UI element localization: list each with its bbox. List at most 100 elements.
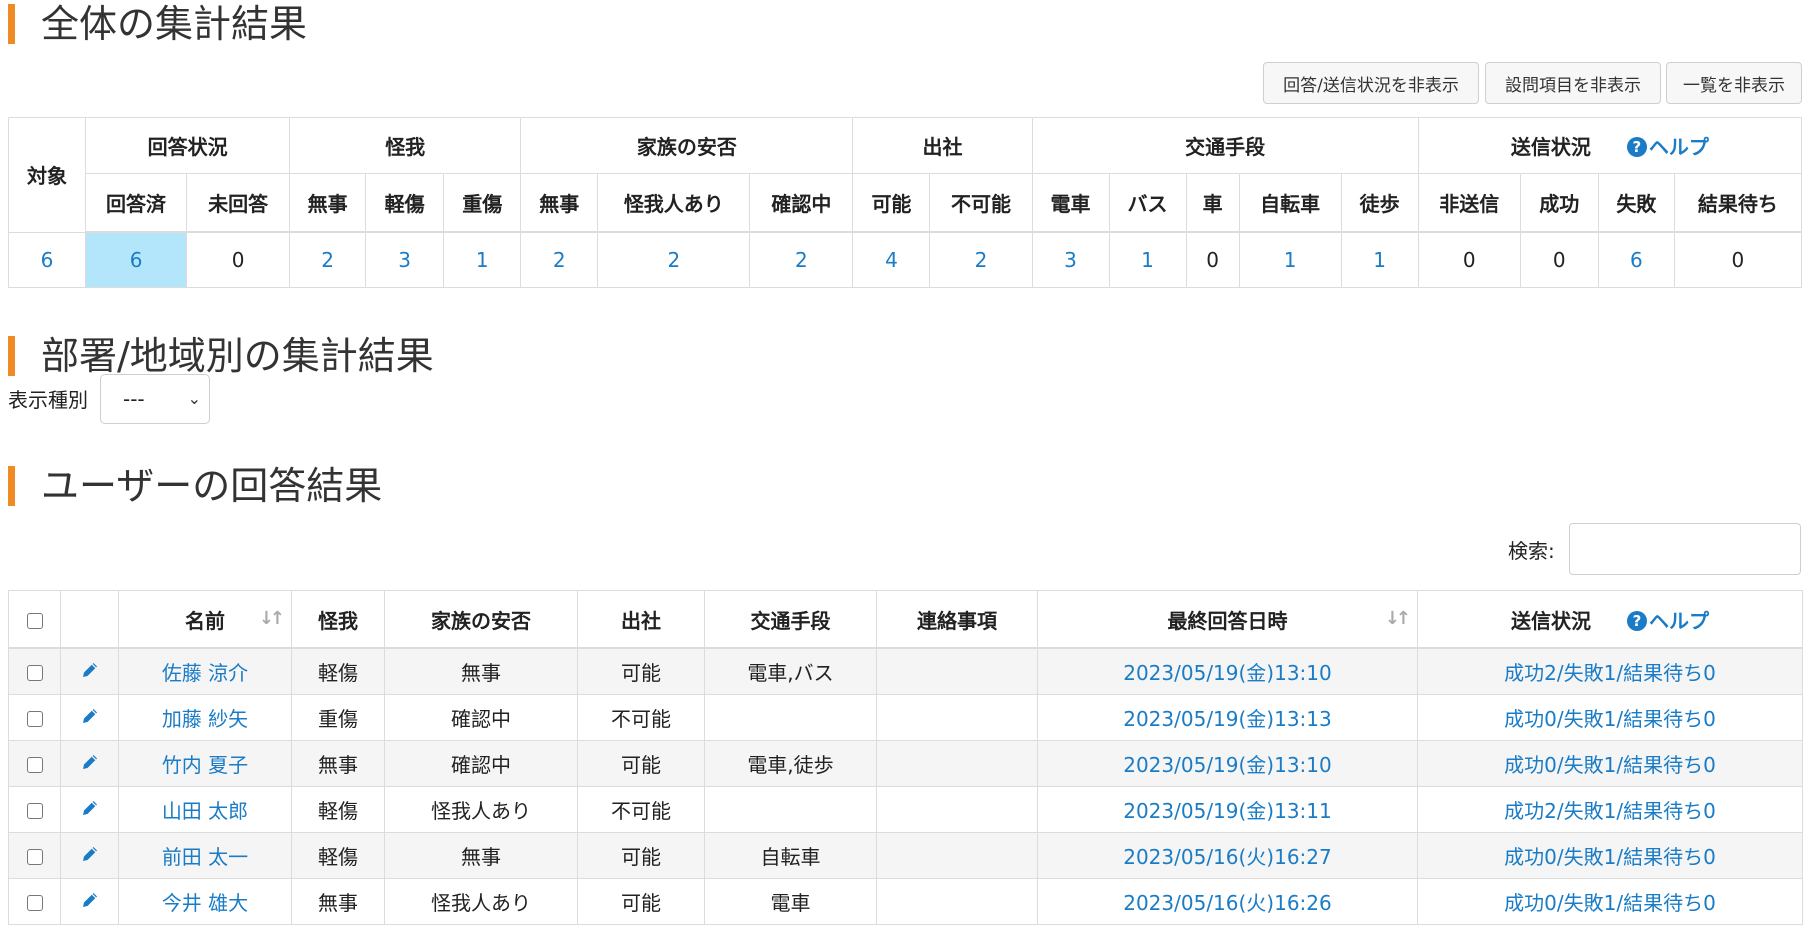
- pencil-icon[interactable]: [80, 890, 100, 915]
- table-row: 今井 雄大 無事 怪我人あり 可能 電車 2023/05/16(火)16:26 成功0/失敗…: [8, 878, 1803, 925]
- notes-cell: [876, 647, 1038, 695]
- summary-header-18: 失敗: [1597, 173, 1675, 233]
- summary-value-14[interactable]: 1: [1238, 231, 1342, 288]
- section-title-dept: 部署/地域別の集計結果: [8, 336, 434, 376]
- summary-header-12: バス: [1108, 173, 1187, 233]
- row-edit-cell: [60, 786, 119, 833]
- row-checkbox[interactable]: [26, 711, 43, 727]
- summary-value-5[interactable]: 1: [443, 231, 522, 288]
- row-edit-cell: [60, 832, 119, 879]
- row-select-cell: [8, 786, 61, 833]
- summary-table: 対象 回答状況 怪我 家族の安否 出社 交通手段 送信状況 ? ヘルプ 回答済 未回…: [7, 117, 1803, 288]
- summary-value-10[interactable]: 2: [929, 231, 1033, 288]
- summary-header-2: 未回答: [186, 173, 291, 233]
- transport-cell: 電車,徒歩: [704, 740, 877, 787]
- table-row: 佐藤 涼介 軽傷 無事 可能 電車,バス 2023/05/19(金)13:10 成功2/失敗…: [8, 647, 1803, 695]
- summary-header-1: 回答済: [85, 173, 188, 233]
- summary-value-9[interactable]: 4: [852, 231, 931, 288]
- name-header[interactable]: 名前 ↓↑: [118, 590, 292, 649]
- summary-value-8[interactable]: 2: [749, 231, 854, 288]
- search-input[interactable]: [1569, 523, 1801, 575]
- send-status-link[interactable]: 成功0/失敗1/結果待ち0: [1417, 878, 1803, 925]
- summary-value-6[interactable]: 2: [520, 231, 599, 288]
- help-link[interactable]: ? ヘルプ: [1626, 608, 1709, 633]
- summary-header-7: 怪我人あり: [597, 173, 751, 233]
- user-name-link[interactable]: 竹内 夏子: [118, 740, 292, 787]
- group-injury: 怪我: [289, 117, 522, 174]
- send-status-link[interactable]: 成功2/失敗1/結果待ち0: [1417, 647, 1803, 695]
- pencil-icon[interactable]: [80, 844, 100, 869]
- last-answer-link[interactable]: 2023/05/19(金)13:13: [1037, 694, 1418, 741]
- sort-arrows-icon[interactable]: ↓↑: [1385, 608, 1411, 629]
- select-all-cell: [8, 590, 61, 649]
- injury-cell: 無事: [291, 878, 385, 925]
- last-answer-header[interactable]: 最終回答日時 ↓↑: [1037, 590, 1418, 649]
- row-select-cell: [8, 832, 61, 879]
- user-name-link[interactable]: 今井 雄大: [118, 878, 292, 925]
- summary-value-4[interactable]: 3: [365, 231, 445, 288]
- summary-value-7[interactable]: 2: [597, 231, 751, 288]
- help-label: ヘルプ: [1648, 608, 1709, 633]
- name-header-label: 名前: [185, 608, 225, 633]
- pencil-icon[interactable]: [80, 660, 100, 685]
- send-status-link[interactable]: 成功0/失敗1/結果待ち0: [1417, 832, 1803, 879]
- summary-value-11[interactable]: 3: [1031, 231, 1110, 288]
- table-row: 山田 太郎 軽傷 怪我人あり 不可能 2023/05/19(金)13:11 成功2/失敗1…: [8, 786, 1803, 833]
- last-answer-link[interactable]: 2023/05/19(金)13:11: [1037, 786, 1418, 833]
- row-checkbox[interactable]: [26, 665, 43, 681]
- help-label: ヘルプ: [1648, 135, 1709, 159]
- user-name-link[interactable]: 山田 太郎: [118, 786, 292, 833]
- last-answer-link[interactable]: 2023/05/19(金)13:10: [1037, 647, 1418, 695]
- summary-value-1[interactable]: 6: [85, 231, 188, 288]
- pencil-icon[interactable]: [80, 752, 100, 777]
- last-answer-link[interactable]: 2023/05/16(火)16:26: [1037, 878, 1418, 925]
- last-answer-link[interactable]: 2023/05/19(金)13:10: [1037, 740, 1418, 787]
- row-edit-cell: [60, 647, 119, 695]
- summary-value-0[interactable]: 6: [7, 231, 87, 288]
- notes-cell: [876, 878, 1038, 925]
- hide-status-button[interactable]: 回答/送信状況を非表示: [1263, 62, 1479, 104]
- users-table: 名前 ↓↑ 怪我 家族の安否 出社 交通手段 連絡事項 最終回答日時 ↓↑ 送信状況…: [8, 590, 1803, 925]
- attendance-cell: 可能: [577, 647, 705, 695]
- row-select-cell: [8, 878, 61, 925]
- select-all-checkbox[interactable]: [26, 612, 43, 629]
- help-link[interactable]: ? ヘルプ: [1626, 135, 1709, 159]
- pencil-icon[interactable]: [80, 706, 100, 731]
- section-title-overall: 全体の集計結果: [8, 4, 307, 44]
- display-type-select[interactable]: --- ⌄: [100, 374, 210, 424]
- send-status-link[interactable]: 成功0/失敗1/結果待ち0: [1417, 694, 1803, 741]
- user-name-link[interactable]: 前田 太一: [118, 832, 292, 879]
- summary-value-15[interactable]: 1: [1340, 231, 1419, 288]
- section-title-users: ユーザーの回答結果: [8, 466, 382, 506]
- attendance-cell: 不可能: [577, 694, 705, 741]
- summary-header-3: 無事: [289, 173, 367, 233]
- table-row: 加藤 紗矢 重傷 確認中 不可能 2023/05/19(金)13:13 成功0/失敗1/結…: [8, 694, 1803, 741]
- group-answer-status: 回答状況: [85, 117, 291, 174]
- row-checkbox[interactable]: [26, 849, 43, 865]
- last-answer-link[interactable]: 2023/05/16(火)16:27: [1037, 832, 1418, 879]
- row-edit-cell: [60, 878, 119, 925]
- family-cell: 怪我人あり: [384, 786, 578, 833]
- summary-value-18[interactable]: 6: [1597, 231, 1675, 288]
- hide-list-button[interactable]: 一覧を非表示: [1666, 62, 1802, 104]
- pencil-icon[interactable]: [80, 798, 100, 823]
- sort-arrows-icon[interactable]: ↓↑: [259, 608, 285, 629]
- notes-cell: [876, 740, 1038, 787]
- summary-header-4: 軽傷: [365, 173, 445, 233]
- summary-header-13: 車: [1185, 173, 1240, 233]
- summary-value-13: 0: [1185, 231, 1240, 288]
- send-status-link[interactable]: 成功0/失敗1/結果待ち0: [1417, 740, 1803, 787]
- row-checkbox[interactable]: [26, 895, 43, 911]
- summary-value-12[interactable]: 1: [1108, 231, 1187, 288]
- user-name-link[interactable]: 佐藤 涼介: [118, 647, 292, 695]
- row-checkbox[interactable]: [26, 757, 43, 773]
- send-status-link[interactable]: 成功2/失敗1/結果待ち0: [1417, 786, 1803, 833]
- summary-header-5: 重傷: [443, 173, 522, 233]
- user-name-link[interactable]: 加藤 紗矢: [118, 694, 292, 741]
- attendance-cell: 不可能: [577, 786, 705, 833]
- row-checkbox[interactable]: [26, 803, 43, 819]
- attendance-header: 出社: [577, 590, 705, 649]
- summary-header-10: 不可能: [929, 173, 1033, 233]
- summary-value-3[interactable]: 2: [289, 231, 367, 288]
- hide-questions-button[interactable]: 設問項目を非表示: [1485, 62, 1661, 104]
